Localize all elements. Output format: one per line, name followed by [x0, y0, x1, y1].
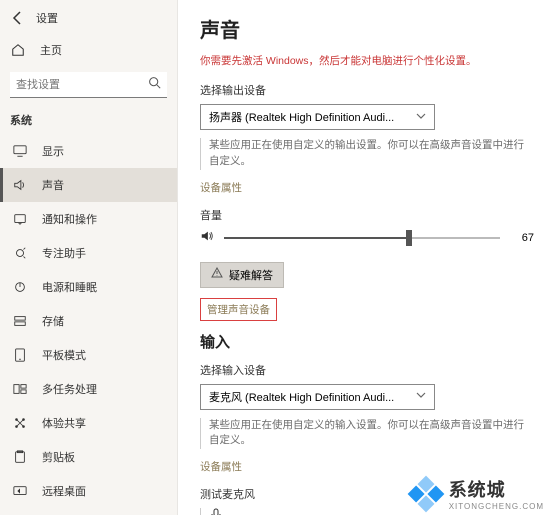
sound-icon	[12, 177, 28, 193]
sidebar-item-power[interactable]: 电源和睡眠	[0, 270, 177, 304]
search-field[interactable]	[10, 72, 167, 98]
clipboard-icon	[12, 449, 28, 465]
output-device-select[interactable]: 扬声器 (Realtek High Definition Audi...	[200, 104, 435, 130]
chevron-down-icon	[416, 390, 426, 403]
back-icon[interactable]	[10, 10, 26, 26]
sidebar-item-sound[interactable]: 声音	[0, 168, 177, 202]
chevron-down-icon	[416, 111, 426, 124]
sidebar-item-storage[interactable]: 存储	[0, 304, 177, 338]
input-heading: 输入	[200, 331, 534, 352]
input-device-label: 选择输入设备	[200, 362, 534, 378]
multitask-icon	[12, 381, 28, 397]
page-title: 声音	[200, 14, 534, 43]
sidebar-item-label: 专注助手	[42, 245, 86, 261]
output-device-value: 扬声器 (Realtek High Definition Audi...	[209, 109, 394, 125]
sidebar-item-label: 通知和操作	[42, 211, 97, 227]
section-label: 系统	[0, 108, 177, 134]
tablet-icon	[12, 347, 28, 363]
sidebar-item-label: 远程桌面	[42, 483, 86, 499]
output-help-text: 某些应用正在使用自定义的输出设置。你可以在高级声音设置中进行自定义。	[200, 138, 534, 170]
sidebar-item-label: 声音	[42, 177, 64, 193]
remote-icon	[12, 483, 28, 499]
storage-icon	[12, 313, 28, 329]
sidebar-item-label: 显示	[42, 143, 64, 159]
input-device-select[interactable]: 麦克风 (Realtek High Definition Audi...	[200, 384, 435, 410]
sidebar-item-label: 体验共享	[42, 415, 86, 431]
sidebar-item-tablet[interactable]: 平板模式	[0, 338, 177, 372]
sidebar-item-label: 存储	[42, 313, 64, 329]
home-label: 主页	[40, 42, 62, 58]
output-device-label: 选择输出设备	[200, 82, 534, 98]
settings-title: 设置	[36, 10, 58, 26]
warning-icon	[211, 267, 223, 282]
nav-list: 显示声音通知和操作专注助手电源和睡眠存储平板模式多任务处理体验共享剪贴板远程桌面…	[0, 134, 177, 515]
sidebar-item-display[interactable]: 显示	[0, 134, 177, 168]
device-properties-link[interactable]: 设备属性	[200, 180, 242, 195]
search-icon	[148, 76, 161, 94]
microphone-icon	[209, 508, 223, 515]
notify-icon	[12, 211, 28, 227]
focus-icon	[12, 245, 28, 261]
sidebar-item-notify[interactable]: 通知和操作	[0, 202, 177, 236]
troubleshoot-button[interactable]: 疑难解答	[200, 262, 284, 288]
main-content: 声音 你需要先激活 Windows，然后才能对电脑进行个性化设置。 选择输出设备…	[178, 0, 550, 515]
sidebar-item-share[interactable]: 体验共享	[0, 406, 177, 440]
home-button[interactable]: 主页	[0, 34, 177, 66]
display-icon	[12, 143, 28, 159]
sidebar-item-about[interactable]: 关于	[0, 508, 177, 515]
activation-warning: 你需要先激活 Windows，然后才能对电脑进行个性化设置。	[200, 53, 534, 68]
sidebar-item-label: 多任务处理	[42, 381, 97, 397]
input-device-value: 麦克风 (Realtek High Definition Audi...	[209, 389, 394, 405]
sidebar-item-focus[interactable]: 专注助手	[0, 236, 177, 270]
sidebar-item-label: 平板模式	[42, 347, 86, 363]
sidebar-item-multitask[interactable]: 多任务处理	[0, 372, 177, 406]
power-icon	[12, 279, 28, 295]
sidebar-item-remote[interactable]: 远程桌面	[0, 474, 177, 508]
sidebar-item-label: 剪贴板	[42, 449, 75, 465]
sidebar-item-label: 电源和睡眠	[42, 279, 97, 295]
test-mic-label: 测试麦克风	[200, 486, 534, 502]
input-help-text: 某些应用正在使用自定义的输入设置。你可以在高级声音设置中进行自定义。	[200, 418, 534, 450]
sidebar: 设置 主页 系统 显示声音通知和操作专注助手电源和睡眠存储平板模式多任务处理体验…	[0, 0, 178, 515]
search-input[interactable]	[10, 72, 167, 98]
speaker-icon	[200, 229, 214, 248]
home-icon	[10, 42, 26, 58]
share-icon	[12, 415, 28, 431]
volume-slider[interactable]	[224, 231, 500, 245]
sidebar-item-clipboard[interactable]: 剪贴板	[0, 440, 177, 474]
manage-sound-devices-link[interactable]: 管理声音设备	[200, 298, 277, 321]
input-device-properties-link[interactable]: 设备属性	[200, 459, 242, 474]
volume-value: 67	[510, 232, 534, 244]
volume-label: 音量	[200, 207, 534, 223]
troubleshoot-label: 疑难解答	[229, 267, 273, 283]
